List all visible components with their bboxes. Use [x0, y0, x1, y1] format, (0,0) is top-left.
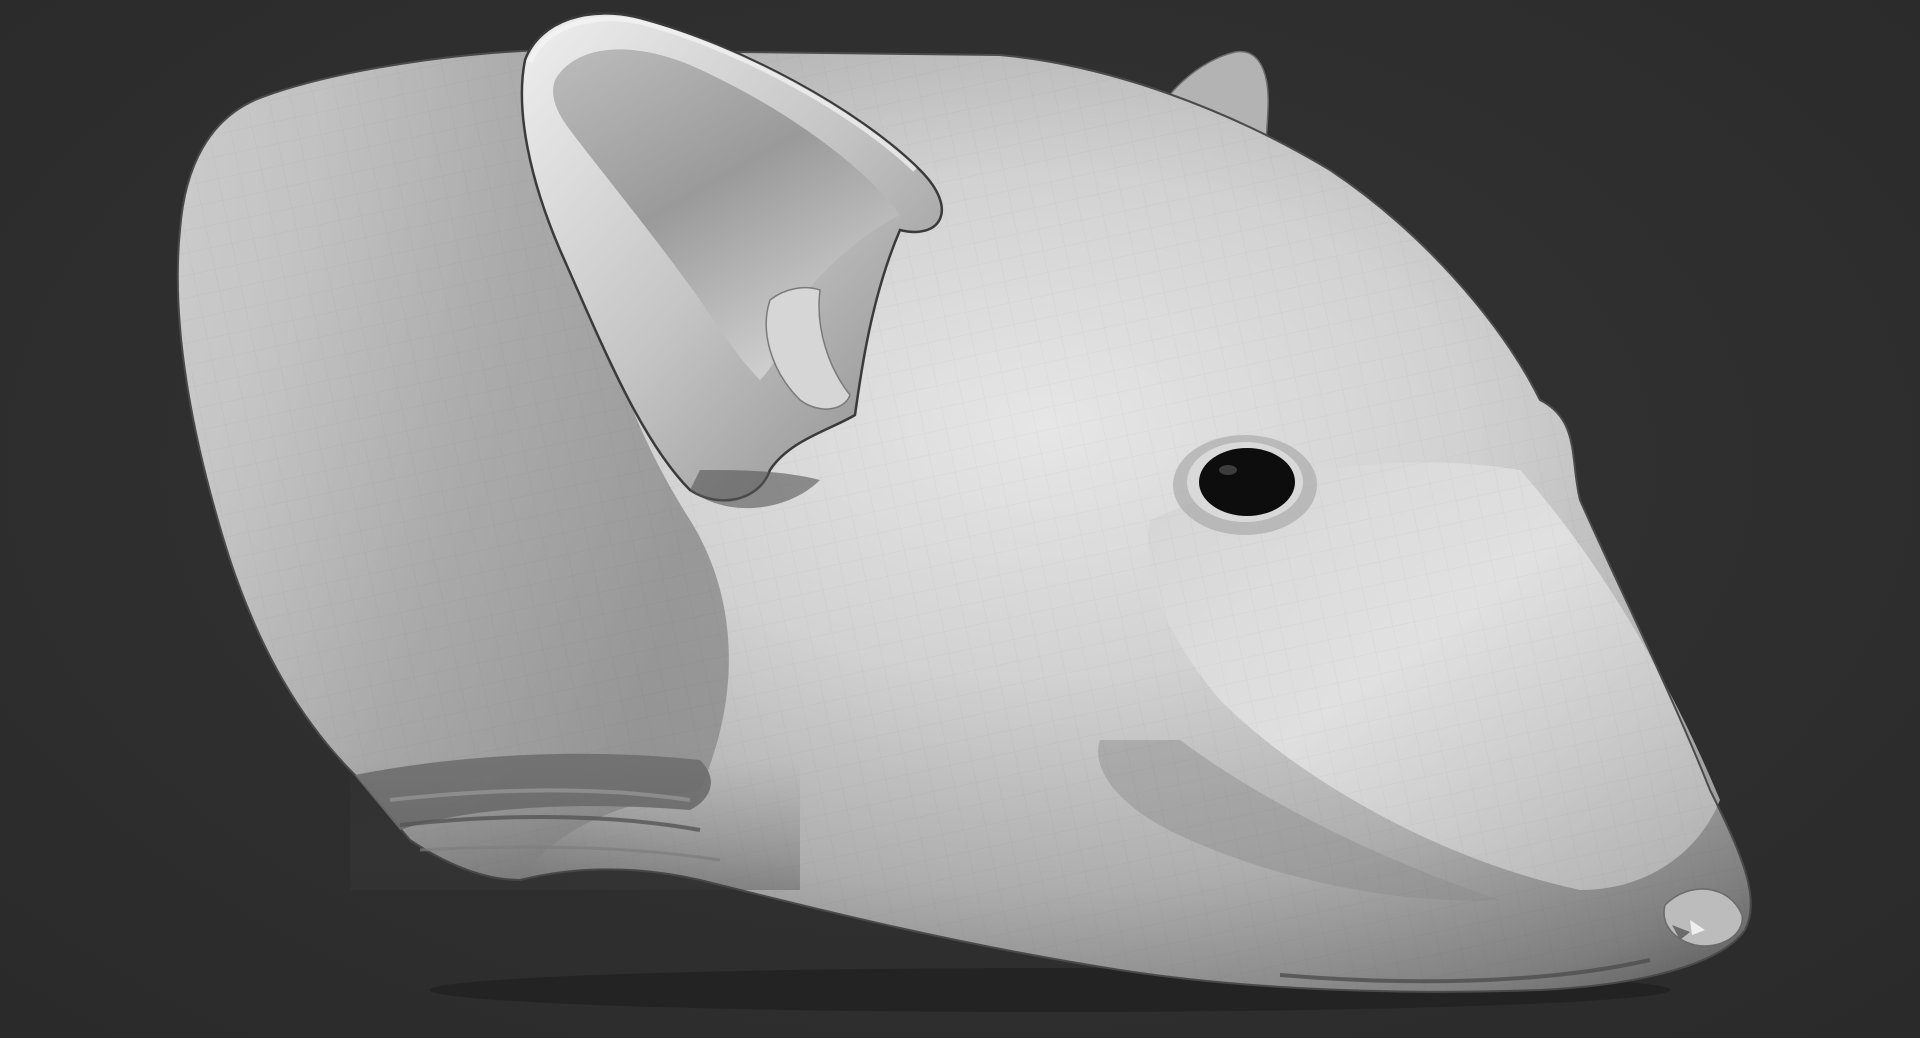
eye[interactable]	[1173, 435, 1317, 535]
eye-highlight	[1219, 465, 1237, 475]
rat-head-model[interactable]	[0, 0, 1920, 1038]
3d-viewport[interactable]	[0, 0, 1920, 1038]
neck-underside-ridges	[350, 753, 800, 890]
eye-ball	[1199, 448, 1295, 516]
